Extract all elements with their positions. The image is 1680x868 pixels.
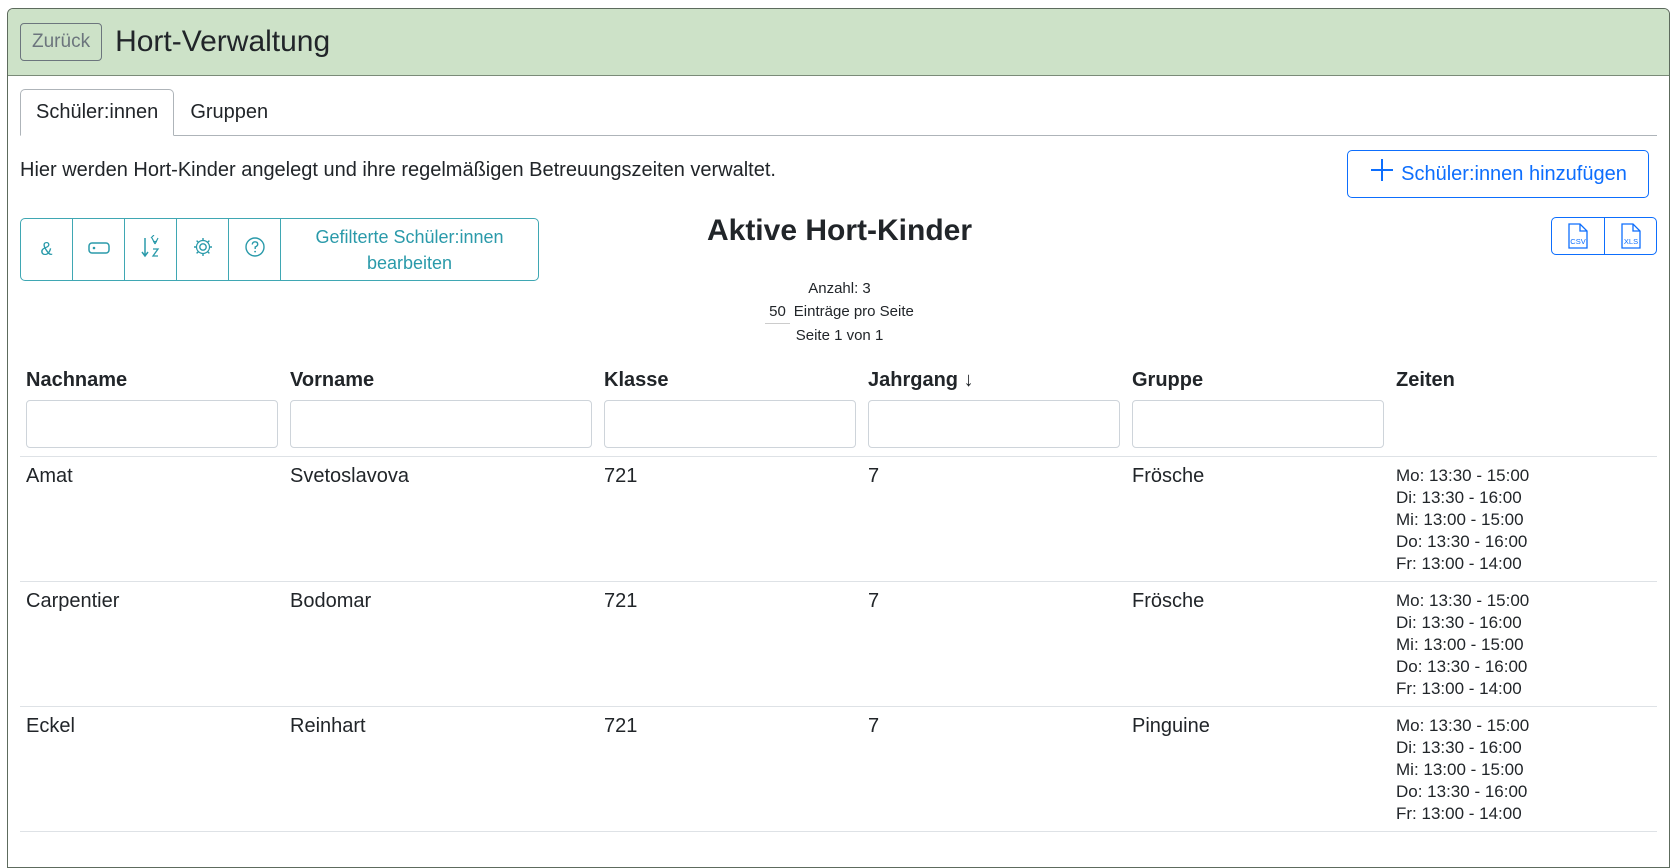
- plus-icon: [1369, 157, 1395, 189]
- cell-gruppe: Pinguine: [1126, 706, 1390, 832]
- cell-jahrgang: 7: [862, 706, 1126, 832]
- page-header: Zurück Hort-Verwaltung: [8, 9, 1669, 76]
- col-nachname[interactable]: Nachname: [20, 365, 284, 400]
- time-line: Fr: 13:00 - 14:00: [1396, 804, 1522, 823]
- cell-gruppe: Frösche: [1126, 456, 1390, 582]
- per-page-row: 50 Einträge pro Seite: [8, 300, 1669, 324]
- csv-file-icon: CSV: [1568, 223, 1588, 249]
- col-klasse[interactable]: Klasse: [598, 365, 862, 400]
- tab-gruppen[interactable]: Gruppen: [174, 89, 284, 136]
- table-row[interactable]: Carpentier Bodomar 721 7 Frösche Mo: 13:…: [20, 581, 1657, 707]
- time-line: Di: 13:30 - 16:00: [1396, 613, 1522, 632]
- filter-nachname-input[interactable]: [26, 400, 278, 448]
- col-gruppe[interactable]: Gruppe: [1126, 365, 1390, 400]
- back-button[interactable]: Zurück: [20, 23, 103, 61]
- cell-klasse: 721: [598, 706, 862, 832]
- time-line: Do: 13:30 - 16:00: [1396, 657, 1528, 676]
- cell-nachname: Carpentier: [20, 581, 284, 707]
- xls-file-icon: XLS: [1620, 223, 1641, 249]
- cell-jahrgang: 7: [862, 581, 1126, 707]
- add-student-button[interactable]: Schüler:innen hinzufügen: [1347, 150, 1649, 198]
- page-title: Hort-Verwaltung: [115, 25, 331, 58]
- cell-zeiten: Mo: 13:30 - 15:00 Di: 13:30 - 16:00 Mi: …: [1390, 456, 1657, 582]
- tab-bar: Schüler:innen Gruppen: [20, 89, 1657, 136]
- filter-jahrgang-input[interactable]: [868, 400, 1120, 448]
- cell-vorname: Svetoslavova: [284, 456, 598, 582]
- time-line: Mi: 13:00 - 15:00: [1396, 635, 1524, 654]
- svg-text:CSV: CSV: [1570, 237, 1585, 246]
- cell-jahrgang: 7: [862, 456, 1126, 582]
- cell-klasse: 721: [598, 456, 862, 582]
- per-page-label: Einträge pro Seite: [793, 303, 914, 320]
- per-page-select[interactable]: 50: [765, 300, 790, 324]
- page-label: Seite 1 von 1: [795, 327, 884, 344]
- time-line: Do: 13:30 - 16:00: [1396, 782, 1528, 801]
- table-row[interactable]: Amat Svetoslavova 721 7 Frösche Mo: 13:3…: [20, 456, 1657, 582]
- export-csv-button[interactable]: CSV: [1552, 218, 1604, 254]
- filter-gruppe-input[interactable]: [1132, 400, 1384, 448]
- app-window: Zurück Hort-Verwaltung Schüler:innen Gru…: [7, 8, 1670, 868]
- time-line: Mi: 13:00 - 15:00: [1396, 510, 1524, 529]
- tab-schueler[interactable]: Schüler:innen: [20, 89, 175, 136]
- svg-text:XLS: XLS: [1623, 237, 1637, 246]
- list-meta: Anzahl: 3 50 Einträge pro Seite Seite 1 v…: [8, 277, 1669, 347]
- export-group: CSV XLS: [1551, 217, 1657, 255]
- cell-klasse: 721: [598, 581, 862, 707]
- table-header-row: Nachname Vorname Klasse Jahrgang ↓ Grupp…: [20, 365, 1657, 400]
- time-line: Di: 13:30 - 16:00: [1396, 488, 1522, 507]
- cell-gruppe: Frösche: [1126, 581, 1390, 707]
- time-line: Fr: 13:00 - 14:00: [1396, 679, 1522, 698]
- time-line: Mi: 13:00 - 15:00: [1396, 760, 1524, 779]
- table-row[interactable]: Eckel Reinhart 721 7 Pinguine Mo: 13:30 …: [20, 706, 1657, 832]
- col-vorname[interactable]: Vorname: [284, 365, 598, 400]
- cell-zeiten: Mo: 13:30 - 15:00 Di: 13:30 - 16:00 Mi: …: [1390, 706, 1657, 832]
- time-line: Mo: 13:30 - 15:00: [1396, 466, 1530, 485]
- time-line: Mo: 13:30 - 15:00: [1396, 716, 1530, 735]
- col-zeiten[interactable]: Zeiten: [1390, 365, 1657, 400]
- count-label: Anzahl: 3: [808, 280, 871, 297]
- students-table: Nachname Vorname Klasse Jahrgang ↓ Grupp…: [20, 365, 1657, 832]
- time-line: Fr: 13:00 - 14:00: [1396, 554, 1522, 573]
- add-student-label: Schüler:innen hinzufügen: [1401, 162, 1627, 185]
- time-line: Mo: 13:30 - 15:00: [1396, 591, 1530, 610]
- time-line: Do: 13:30 - 16:00: [1396, 532, 1528, 551]
- cell-zeiten: Mo: 13:30 - 15:00 Di: 13:30 - 16:00 Mi: …: [1390, 581, 1657, 707]
- intro-text: Hier werden Hort-Kinder angelegt und ihr…: [20, 159, 776, 181]
- filter-vorname-input[interactable]: [290, 400, 592, 448]
- cell-nachname: Amat: [20, 456, 284, 582]
- filter-klasse-input[interactable]: [604, 400, 856, 448]
- col-jahrgang[interactable]: Jahrgang ↓: [862, 365, 1126, 400]
- time-line: Di: 13:30 - 16:00: [1396, 738, 1522, 757]
- export-xls-button[interactable]: XLS: [1604, 218, 1656, 254]
- cell-vorname: Bodomar: [284, 581, 598, 707]
- filter-row: [20, 400, 1657, 457]
- cell-vorname: Reinhart: [284, 706, 598, 832]
- cell-nachname: Eckel: [20, 706, 284, 832]
- list-title: Aktive Hort-Kinder: [706, 214, 973, 247]
